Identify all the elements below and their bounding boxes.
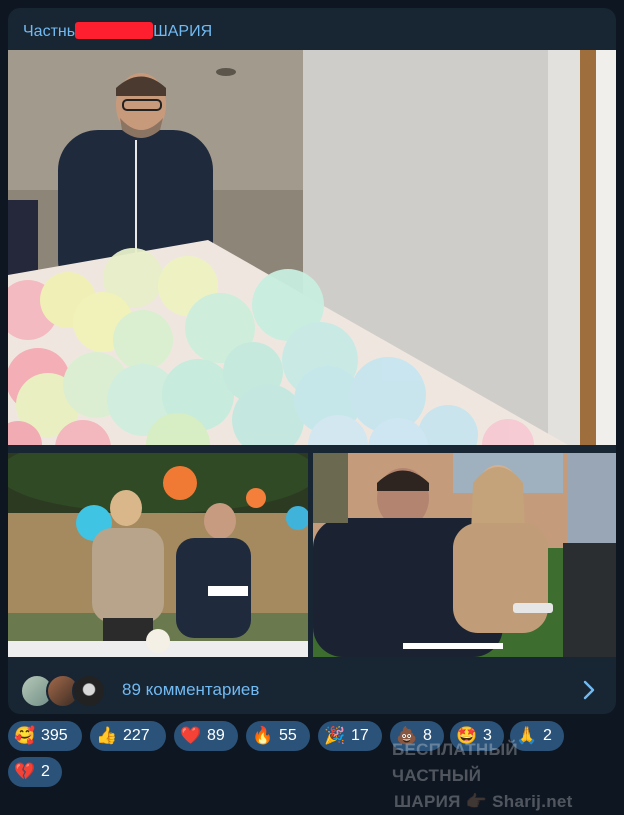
fire-icon: 🔥: [252, 726, 274, 745]
reaction-heart[interactable]: ❤️ 89: [174, 721, 238, 751]
reaction-party[interactable]: 🎉 17: [318, 721, 382, 751]
channel-title-right: ШАРИЯ: [153, 23, 213, 40]
reaction-count: 2: [41, 763, 50, 780]
photo-bottom-right[interactable]: [313, 453, 616, 657]
photo-main[interactable]: [8, 50, 616, 445]
reaction-count: 395: [41, 727, 68, 744]
channel-title[interactable]: Частнь ШАРИЯ: [23, 22, 212, 42]
thumbs-up-icon: 👍: [96, 726, 118, 745]
message-card: Частнь ШАРИЯ 89 комментариев: [8, 8, 616, 714]
comments-count-link[interactable]: 89 комментариев: [122, 678, 259, 702]
chevron-right-icon[interactable]: [576, 678, 600, 702]
commenter-avatars: [20, 674, 110, 708]
comments-bar[interactable]: 89 комментариев: [8, 666, 616, 714]
reaction-count: 55: [279, 727, 297, 744]
heart-icon: ❤️: [180, 726, 202, 745]
watermark-line-1: БЕСПЛАТНЫЙ ЧАСТНЫЙ: [392, 740, 518, 785]
channel-title-left: Частнь: [23, 23, 76, 40]
watermark-line-2: ШАРИЯ 👉🏽 Sharij.net: [394, 792, 573, 811]
avatar: [72, 674, 106, 708]
reaction-broken-heart[interactable]: 💔 2: [8, 757, 62, 787]
reaction-smiling-hearts[interactable]: 🥰 395: [8, 721, 82, 751]
watermark: БЕСПЛАТНЫЙ ЧАСТНЫЙ ШАРИЯ 👉🏽 Sharij.net: [392, 737, 612, 815]
broken-heart-icon: 💔: [14, 762, 36, 781]
redaction-bar: [75, 22, 154, 39]
reaction-count: 17: [351, 727, 369, 744]
photo-bottom-left[interactable]: [8, 453, 308, 657]
reaction-fire[interactable]: 🔥 55: [246, 721, 310, 751]
reaction-count: 227: [123, 727, 150, 744]
reaction-count: 89: [207, 727, 225, 744]
party-popper-icon: 🎉: [324, 726, 346, 745]
smiling-hearts-icon: 🥰: [14, 726, 36, 745]
reaction-thumbs-up[interactable]: 👍 227: [90, 721, 166, 751]
